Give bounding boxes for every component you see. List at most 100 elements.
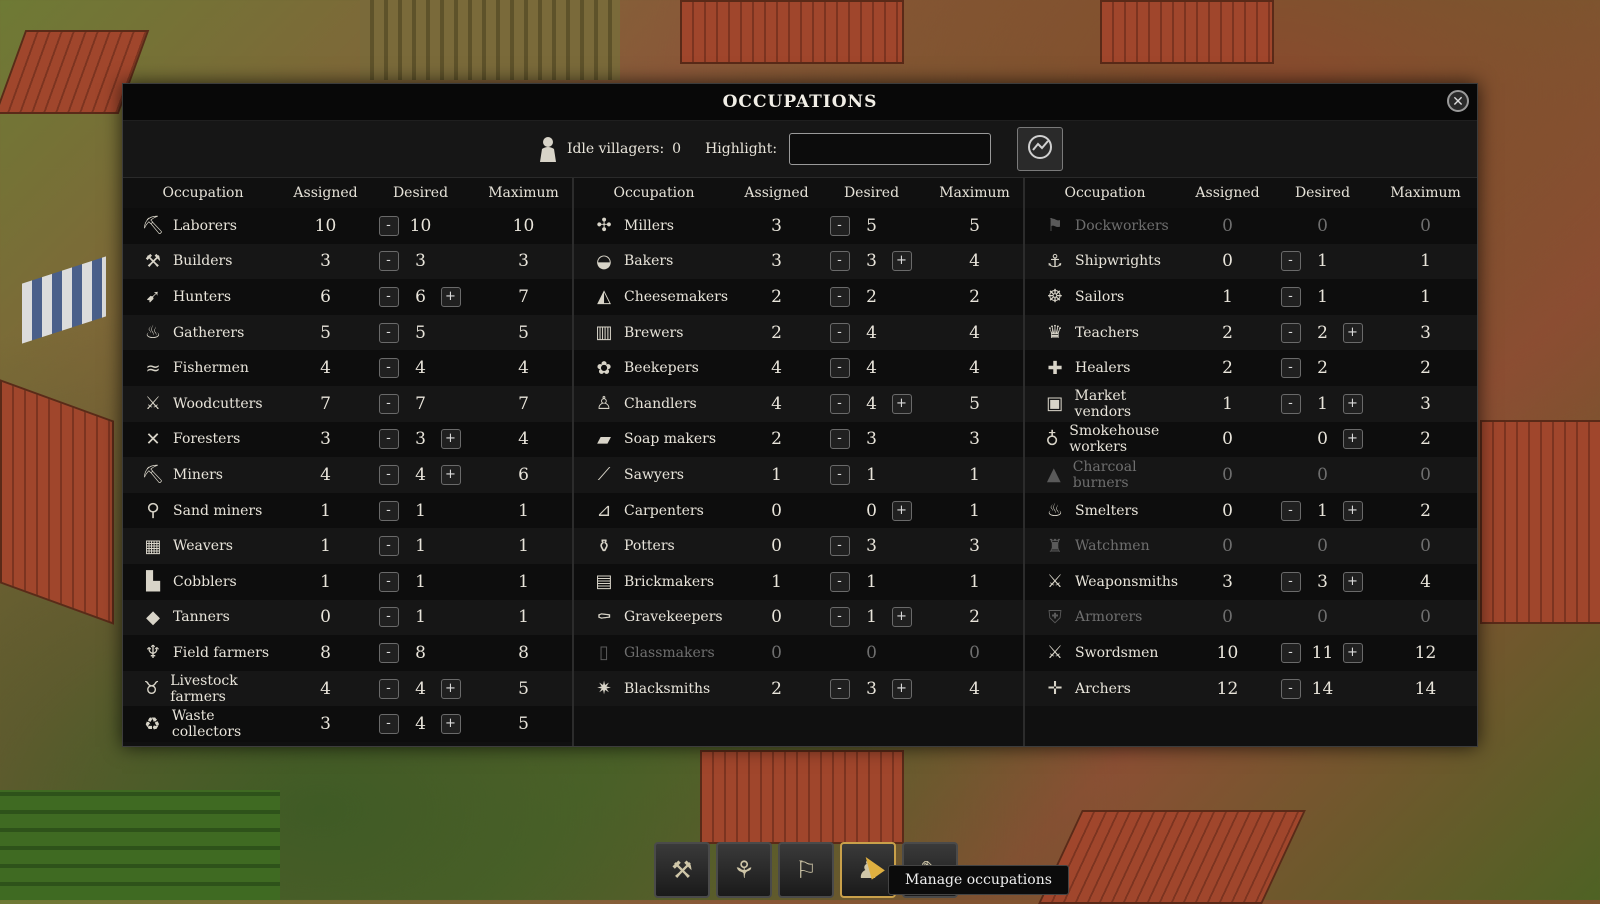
decrease-button[interactable]: - — [378, 714, 399, 735]
increase-button[interactable]: + — [1342, 500, 1363, 521]
decrease-button[interactable]: - — [378, 642, 399, 663]
occupation-row[interactable]: ♙ Chandlers 4-4 +5 — [574, 385, 1023, 422]
increase-button[interactable]: + — [1342, 429, 1363, 450]
resources-button[interactable]: ⚘ — [716, 842, 772, 898]
occupation-row[interactable]: ⛏ Miners 4-4 +6 — [123, 457, 572, 493]
decrease-button[interactable]: - — [829, 607, 850, 628]
occupation-row[interactable]: ♁Smokehouse workers0-0+2 — [1025, 421, 1477, 458]
occupation-row[interactable]: ▤Brickmakers1-1+1 — [574, 563, 1023, 600]
decrease-button[interactable]: - — [378, 358, 399, 379]
occupation-row[interactable]: ✿Beekepers4-4+4 — [574, 350, 1023, 386]
decrease-button[interactable]: - — [378, 393, 399, 414]
decrease-button[interactable]: - — [378, 571, 399, 592]
increase-button[interactable]: + — [891, 678, 912, 699]
occupation-row[interactable]: ♨Gatherers5-5+5 — [123, 314, 572, 351]
occupation-row[interactable]: ☸Sailors1-1+1 — [1025, 279, 1477, 315]
occupation-row[interactable]: ⚲Sand miners1-1+1 — [123, 492, 572, 529]
occupation-row[interactable]: ✷ Blacksmiths 2 -3 +4 — [574, 670, 1023, 707]
occupation-row[interactable]: ◆Tanners0-1+1 — [123, 599, 572, 636]
increase-button[interactable]: + — [1342, 642, 1363, 663]
highlight-toggle-button[interactable] — [1017, 127, 1064, 171]
decrease-button[interactable]: - — [1280, 678, 1301, 699]
decrease-button[interactable]: - — [829, 322, 850, 343]
increase-button[interactable]: + — [891, 393, 912, 414]
occupation-row[interactable]: ✚Healers2-2+2 — [1025, 350, 1477, 386]
decrease-button[interactable]: - — [829, 678, 850, 699]
occupation-row[interactable]: ⚔ Weaponsmiths 3-3 +4 — [1025, 563, 1477, 600]
decrease-button[interactable]: - — [829, 358, 850, 379]
decrease-button[interactable]: - — [829, 286, 850, 307]
decrease-button[interactable]: - — [378, 500, 399, 521]
increase-button[interactable]: + — [891, 500, 912, 521]
decrease-button[interactable]: - — [829, 429, 850, 450]
decrease-button[interactable]: - — [829, 251, 850, 272]
occupation-row[interactable]: ✣Millers3-5+5 — [574, 208, 1023, 244]
occupation-row[interactable]: ⚒Builders3-3+3 — [123, 243, 572, 280]
occupation-row[interactable]: ⛨Armorers0-0+0 — [1025, 599, 1477, 636]
decrease-button[interactable]: - — [829, 393, 850, 414]
occupation-row[interactable]: ⊿Carpenters0-0+1 — [574, 492, 1023, 529]
decrease-button[interactable]: - — [829, 536, 850, 557]
occupation-row[interactable]: ⚔ Swordsmen 10 -11 +12 — [1025, 635, 1477, 671]
occupation-row[interactable]: ▙Cobblers1-1+1 — [123, 563, 572, 600]
decrease-button[interactable]: - — [378, 429, 399, 450]
increase-button[interactable]: + — [440, 678, 461, 699]
increase-button[interactable]: + — [891, 607, 912, 628]
occupation-row[interactable]: ♜Watchmen0-0+0 — [1025, 528, 1477, 564]
close-button[interactable]: ✕ — [1447, 90, 1469, 112]
occupation-row[interactable]: ▦Weavers1-1+1 — [123, 528, 572, 564]
occupation-row[interactable]: ✕ Foresters 3-3 +4 — [123, 421, 572, 458]
decrease-button[interactable]: - — [1280, 642, 1301, 663]
decrease-button[interactable]: - — [1280, 571, 1301, 592]
occupation-row[interactable]: ⚑Dockworkers0-0+0 — [1025, 208, 1477, 244]
occupation-row[interactable]: ✛Archers12-14+14 — [1025, 670, 1477, 707]
decrease-button[interactable]: - — [1280, 286, 1301, 307]
occupation-row[interactable]: ➹ Hunters 6-6 +7 — [123, 279, 572, 315]
occupation-row[interactable]: ▥Brewers2-4+4 — [574, 314, 1023, 351]
decrease-button[interactable]: - — [829, 215, 850, 236]
occupation-row[interactable]: ♨ Smelters 0 -1 +2 — [1025, 492, 1477, 529]
decrease-button[interactable]: - — [829, 464, 850, 485]
decrease-button[interactable]: - — [378, 322, 399, 343]
occupation-row[interactable]: ▲Charcoal burners0-0+0 — [1025, 457, 1477, 493]
increase-button[interactable]: + — [440, 286, 461, 307]
decrease-button[interactable]: - — [1280, 322, 1301, 343]
highlight-input[interactable] — [789, 133, 992, 165]
increase-button[interactable]: + — [1342, 393, 1363, 414]
occupation-row[interactable]: ♛ Teachers 2-2 +3 — [1025, 314, 1477, 351]
decrease-button[interactable]: - — [378, 286, 399, 307]
occupation-row[interactable]: ⛏Laborers10-10+10 — [123, 208, 572, 244]
occupation-row[interactable]: ▣ Market vendors 1-1 +3 — [1025, 385, 1477, 422]
tools-button[interactable]: ⚐ — [778, 842, 834, 898]
decrease-button[interactable]: - — [378, 678, 399, 699]
occupation-row[interactable]: ⚓Shipwrights0-1+1 — [1025, 243, 1477, 280]
increase-button[interactable]: + — [440, 464, 461, 485]
decrease-button[interactable]: - — [1280, 251, 1301, 272]
occupation-row[interactable]: ▯Glassmakers0-0+0 — [574, 635, 1023, 671]
increase-button[interactable]: + — [891, 251, 912, 272]
decrease-button[interactable]: - — [378, 464, 399, 485]
occupation-row[interactable]: ⚱Potters0-3+3 — [574, 528, 1023, 564]
decrease-button[interactable]: - — [378, 251, 399, 272]
increase-button[interactable]: + — [440, 429, 461, 450]
decrease-button[interactable]: - — [378, 536, 399, 557]
occupation-row[interactable]: ◒ Bakers 3-3 +4 — [574, 243, 1023, 280]
occupation-row[interactable]: ⚰ Gravekeepers 0 -1 +2 — [574, 599, 1023, 636]
occupation-row[interactable]: ⚔Woodcutters7-7+7 — [123, 385, 572, 422]
increase-button[interactable]: + — [1342, 322, 1363, 343]
increase-button[interactable]: + — [1342, 571, 1363, 592]
increase-button[interactable]: + — [440, 714, 461, 735]
build-button[interactable]: ⚒ — [654, 842, 710, 898]
occupation-row[interactable]: ♉ Livestock farmers 4-4 +5 — [123, 670, 572, 707]
decrease-button[interactable]: - — [829, 571, 850, 592]
decrease-button[interactable]: - — [378, 607, 399, 628]
occupation-row[interactable]: ♆Field farmers8-8+8 — [123, 635, 572, 671]
decrease-button[interactable]: - — [1280, 358, 1301, 379]
decrease-button[interactable]: - — [378, 215, 399, 236]
occupation-row[interactable]: ◭Cheesemakers2-2+2 — [574, 279, 1023, 315]
decrease-button[interactable]: - — [1280, 393, 1301, 414]
occupation-row[interactable]: ⟋Sawyers1-1+1 — [574, 457, 1023, 493]
occupation-row[interactable]: ▰Soap makers2-3+3 — [574, 421, 1023, 458]
decrease-button[interactable]: - — [1280, 500, 1301, 521]
occupation-row[interactable]: ♻ Waste collectors 3 -4 +5 — [123, 706, 572, 742]
